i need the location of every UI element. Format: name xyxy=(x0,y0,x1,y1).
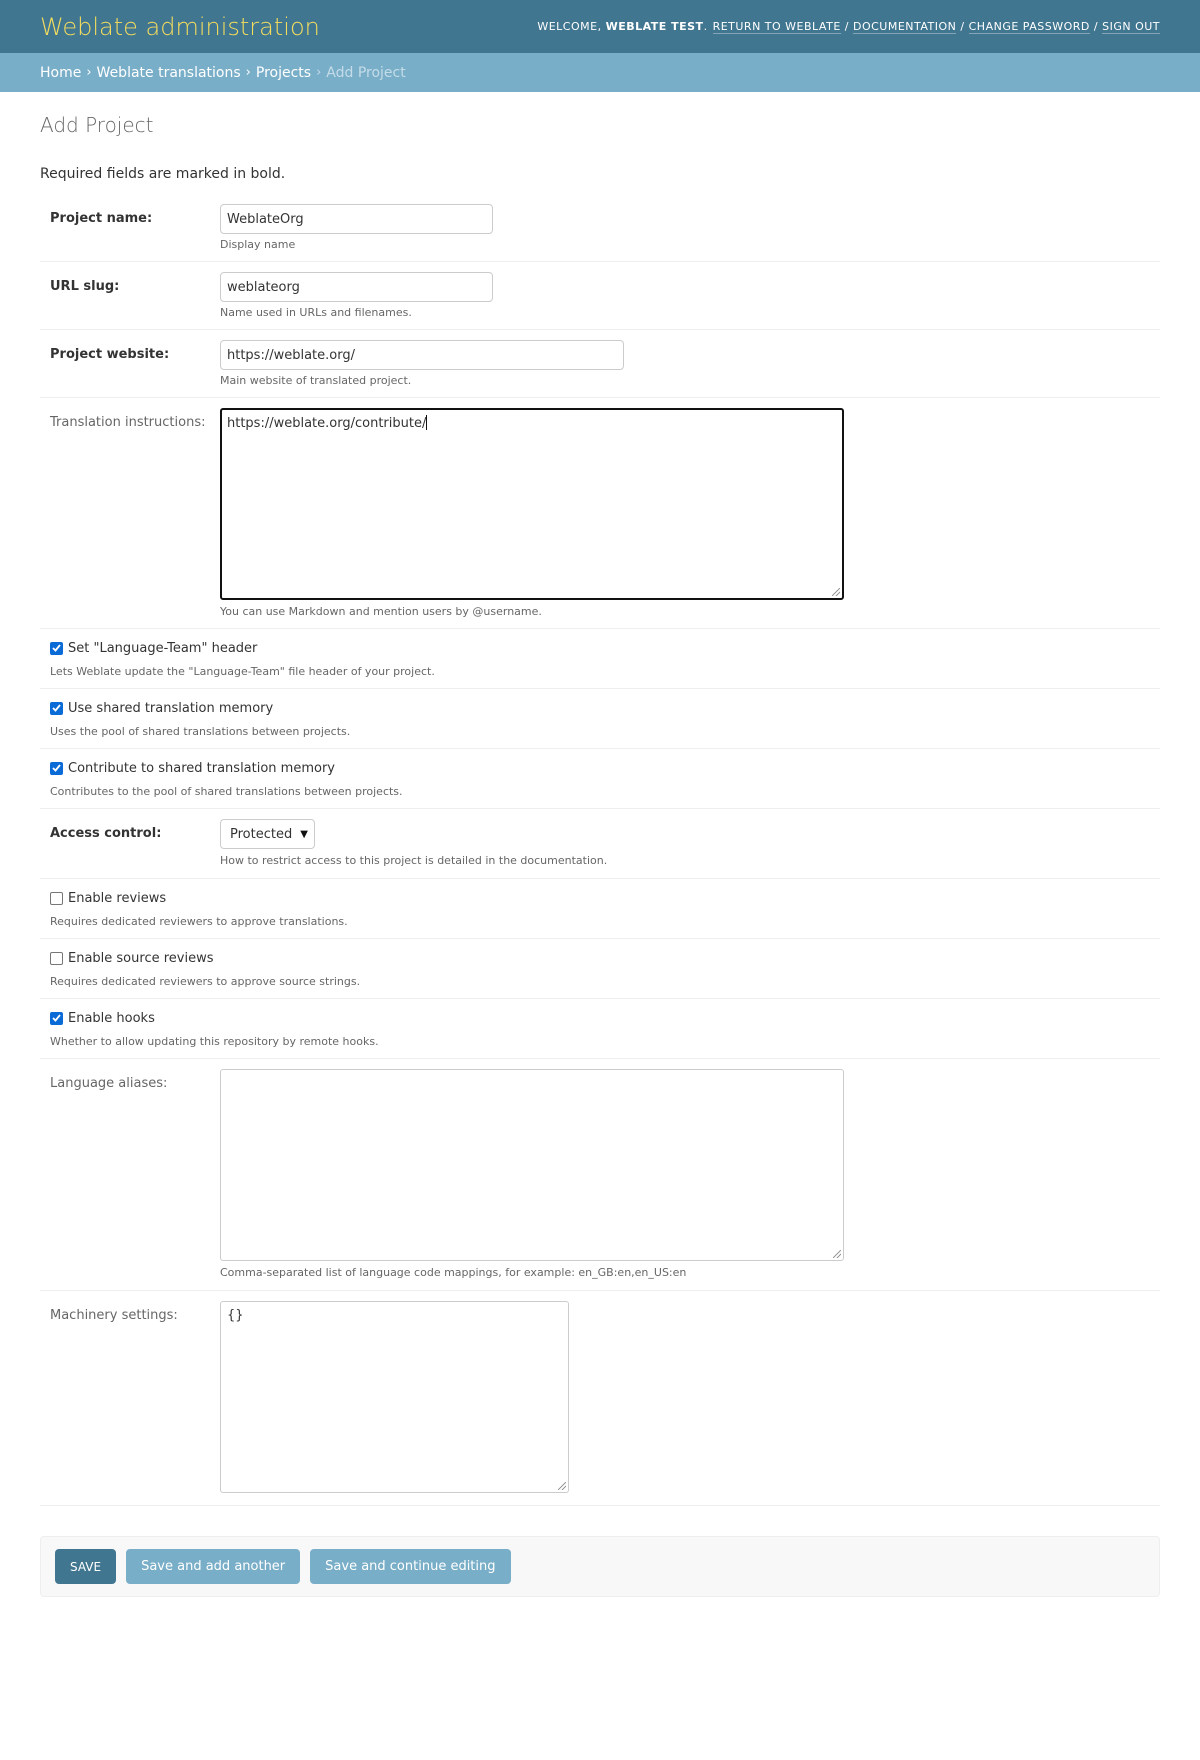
save-button[interactable]: Save xyxy=(55,1549,117,1584)
enable-reviews-row: Enable reviews Requires dedicated review… xyxy=(40,879,1160,939)
page-title: Add Project xyxy=(40,113,154,137)
enable-reviews-help: Requires dedicated reviewers to approve … xyxy=(50,915,348,928)
checkmark-icon xyxy=(52,704,61,712)
language-team-row: Set "Language-Team" header Lets Weblate … xyxy=(40,629,1160,689)
submit-row: Save Save and add another Save and conti… xyxy=(40,1536,1160,1597)
enable-hooks-help: Whether to allow updating this repositor… xyxy=(50,1035,379,1048)
instructions-label: Translation instructions: xyxy=(50,415,206,430)
save-and-add-another-button[interactable]: Save and add another xyxy=(126,1549,301,1584)
text-caret xyxy=(426,415,428,430)
checkmark-icon xyxy=(52,644,61,652)
breadcrumb-separator: › xyxy=(86,65,92,80)
breadcrumb-home[interactable]: Home xyxy=(40,65,81,81)
use-shared-tm-checkbox[interactable] xyxy=(50,701,63,715)
project-name-row: Project name: WeblateOrg Display name xyxy=(40,194,1160,262)
resize-handle-icon[interactable] xyxy=(558,1482,566,1490)
contribute-shared-tm-checkbox[interactable] xyxy=(50,761,63,775)
use-shared-tm-label[interactable]: Use shared translation memory xyxy=(68,701,273,716)
enable-reviews-label[interactable]: Enable reviews xyxy=(68,891,166,906)
url-slug-label: URL slug: xyxy=(50,279,120,294)
language-team-checkbox[interactable] xyxy=(50,641,63,655)
enable-source-reviews-label[interactable]: Enable source reviews xyxy=(68,951,213,966)
site-title[interactable]: Weblate administration xyxy=(40,13,320,41)
main-content: Add Project Required fields are marked i… xyxy=(0,92,1200,1597)
breadcrumb-separator: › xyxy=(245,65,251,80)
breadcrumb-separator: › xyxy=(316,65,322,80)
language-aliases-label: Language aliases: xyxy=(50,1076,168,1091)
resize-handle-icon[interactable] xyxy=(833,1250,841,1258)
project-website-input[interactable]: https://weblate.org/ xyxy=(220,340,624,370)
access-control-label: Access control: xyxy=(50,826,162,841)
project-name-help: Display name xyxy=(220,238,296,251)
documentation-link[interactable]: Documentation xyxy=(852,20,957,34)
enable-source-reviews-checkbox[interactable] xyxy=(50,951,63,965)
instructions-row: Translation instructions: https://weblat… xyxy=(40,398,1160,629)
access-control-select[interactable]: Protected ▼ xyxy=(220,819,315,849)
breadcrumb-current: Add Project xyxy=(326,64,406,81)
resize-handle-icon[interactable] xyxy=(832,588,840,596)
enable-hooks-label[interactable]: Enable hooks xyxy=(68,1011,155,1026)
project-website-label: Project website: xyxy=(50,347,170,362)
enable-hooks-row: Enable hooks Whether to allow updating t… xyxy=(40,999,1160,1059)
language-team-help: Lets Weblate update the "Language-Team" … xyxy=(50,665,435,678)
breadcrumb-weblate-translations[interactable]: Weblate translations xyxy=(97,65,241,81)
project-website-help: Main website of translated project. xyxy=(220,374,412,387)
project-name-input[interactable]: WeblateOrg xyxy=(220,204,493,234)
user-tools: Welcome, Weblate test. Return to Weblate… xyxy=(537,20,1160,34)
access-control-row: Access control: Protected ▼ How to restr… xyxy=(40,809,1160,879)
machinery-settings-label: Machinery settings: xyxy=(50,1308,178,1323)
return-to-weblate-link[interactable]: Return to Weblate xyxy=(712,20,841,34)
url-slug-help: Name used in URLs and filenames. xyxy=(220,306,412,319)
welcome-text: Welcome, xyxy=(537,20,602,33)
contribute-shared-tm-row: Contribute to shared translation memory … xyxy=(40,749,1160,809)
access-control-help: How to restrict access to this project i… xyxy=(220,854,608,867)
enable-source-reviews-help: Requires dedicated reviewers to approve … xyxy=(50,975,361,988)
instructions-text: https://weblate.org/contribute/ xyxy=(227,416,427,431)
username: Weblate test xyxy=(605,20,704,33)
language-aliases-row: Language aliases: Comma-separated list o… xyxy=(40,1059,1160,1291)
save-and-continue-button[interactable]: Save and continue editing xyxy=(310,1549,511,1584)
breadcrumb-projects[interactable]: Projects xyxy=(256,65,311,81)
language-aliases-textarea[interactable] xyxy=(220,1069,844,1261)
checkmark-icon xyxy=(52,1014,61,1022)
required-note: Required fields are marked in bold. xyxy=(40,166,286,182)
breadcrumb: Home › Weblate translations › Projects ›… xyxy=(0,53,1200,92)
instructions-help: You can use Markdown and mention users b… xyxy=(220,605,542,618)
use-shared-tm-row: Use shared translation memory Uses the p… xyxy=(40,689,1160,749)
sign-out-link[interactable]: Sign out xyxy=(1102,20,1160,34)
site-header: Weblate administration Welcome, Weblate … xyxy=(0,0,1200,53)
enable-reviews-checkbox[interactable] xyxy=(50,891,63,905)
enable-source-reviews-row: Enable source reviews Requires dedicated… xyxy=(40,939,1160,999)
language-aliases-help: Comma-separated list of language code ma… xyxy=(220,1266,687,1279)
project-website-row: Project website: https://weblate.org/ Ma… xyxy=(40,330,1160,398)
enable-hooks-checkbox[interactable] xyxy=(50,1011,63,1025)
instructions-textarea[interactable]: https://weblate.org/contribute/ xyxy=(220,408,844,600)
language-team-label[interactable]: Set "Language-Team" header xyxy=(68,641,257,656)
project-form: Project name: WeblateOrg Display name UR… xyxy=(40,194,1160,1506)
url-slug-row: URL slug: weblateorg Name used in URLs a… xyxy=(40,262,1160,330)
url-slug-input[interactable]: weblateorg xyxy=(220,272,493,302)
machinery-settings-row: Machinery settings: {} xyxy=(40,1291,1160,1506)
project-name-label: Project name: xyxy=(50,211,153,226)
contribute-shared-tm-help: Contributes to the pool of shared transl… xyxy=(50,785,403,798)
access-control-value: Protected xyxy=(230,826,293,842)
machinery-settings-text: {} xyxy=(227,1308,244,1323)
change-password-link[interactable]: Change password xyxy=(968,20,1090,34)
contribute-shared-tm-label[interactable]: Contribute to shared translation memory xyxy=(68,761,335,776)
checkmark-icon xyxy=(52,764,61,772)
use-shared-tm-help: Uses the pool of shared translations bet… xyxy=(50,725,351,738)
chevron-down-icon: ▼ xyxy=(300,828,308,840)
machinery-settings-textarea[interactable]: {} xyxy=(220,1301,569,1493)
